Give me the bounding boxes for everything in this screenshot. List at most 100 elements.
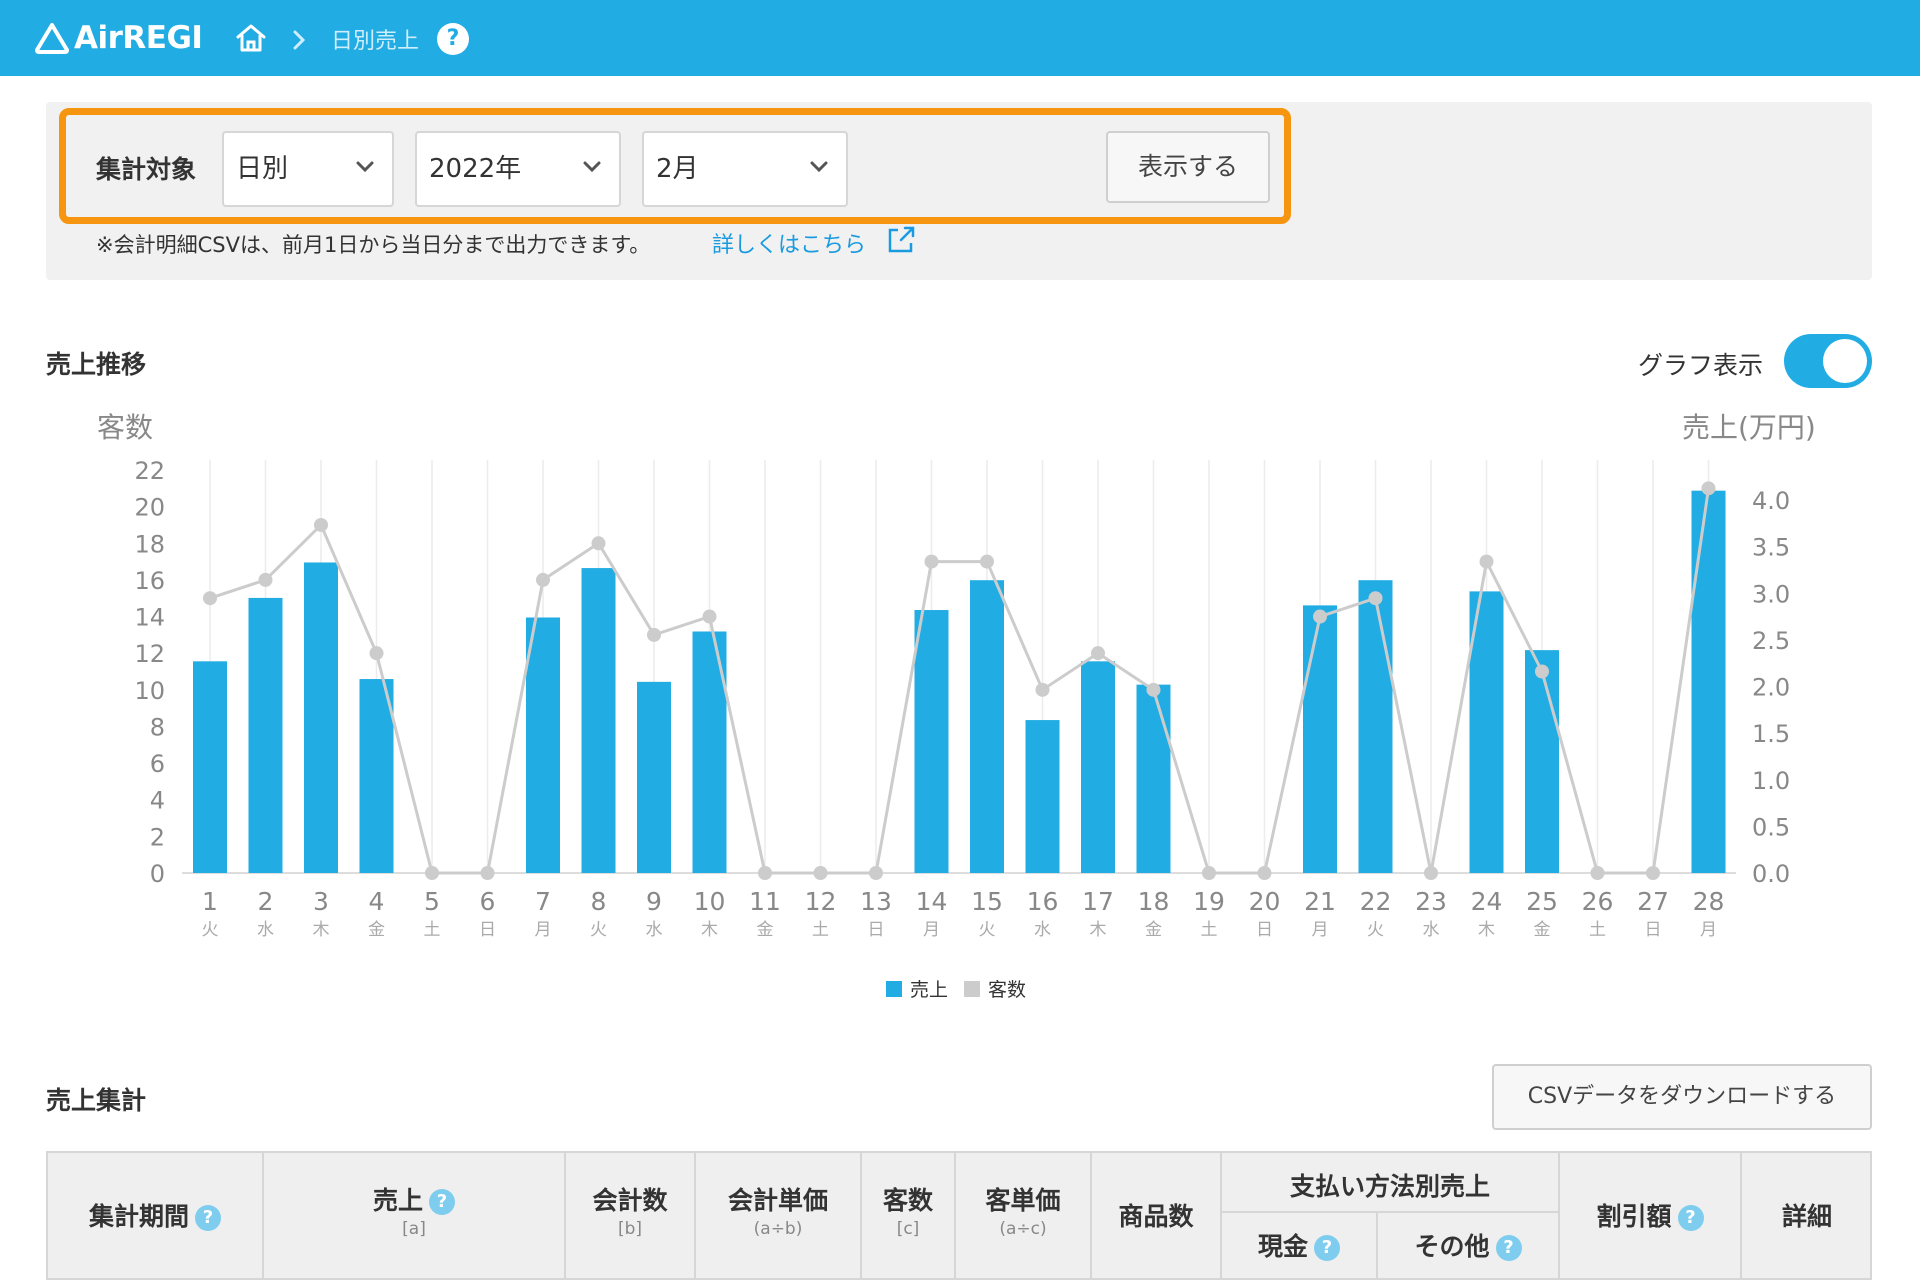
period-type-select[interactable]: 日別	[222, 131, 394, 207]
airregi-logo[interactable]: AirREGI	[34, 20, 203, 56]
header-cash: 現金?	[1222, 1213, 1378, 1280]
header-customers-label: 客数	[882, 1186, 933, 1215]
x-tick-day: 15	[971, 887, 1003, 916]
csv-note: ※会計明細CSVは、前月1日から当日分まで出力できます。	[96, 233, 651, 257]
sales-bar	[970, 580, 1004, 873]
x-tick-weekday: 日	[1645, 920, 1662, 940]
chevron-down-icon	[356, 161, 374, 173]
left-tick-label: 2	[150, 823, 165, 851]
x-tick-weekday: 火	[979, 920, 996, 940]
x-tick-weekday: 木	[1090, 920, 1107, 940]
header-detail: 詳細	[1742, 1153, 1872, 1280]
month-select[interactable]: 2月	[642, 131, 848, 207]
left-tick-label: 14	[134, 604, 165, 632]
x-tick-weekday: 水	[1423, 920, 1440, 940]
x-tick-day: 7	[535, 887, 551, 916]
legend-swatch-sales	[886, 980, 902, 997]
chevron-down-icon	[810, 161, 828, 173]
left-tick-label: 20	[134, 494, 165, 522]
header-unit-price: 会計単価 (a÷b)	[696, 1153, 862, 1280]
customers-point	[1368, 591, 1383, 606]
customers-point	[1590, 866, 1605, 880]
x-tick-day: 22	[1360, 887, 1392, 916]
legend-item-sales[interactable]: 売上	[886, 975, 948, 1002]
csv-download-button[interactable]: CSVデータをダウンロードする	[1492, 1064, 1872, 1130]
sales-summary-title: 売上集計	[46, 1086, 147, 1115]
header-detail-label: 詳細	[1781, 1202, 1832, 1231]
home-icon[interactable]	[234, 22, 268, 54]
customers-point	[1479, 554, 1494, 569]
legend-item-customers[interactable]: 客数	[964, 975, 1026, 1002]
help-icon[interactable]: ?	[1677, 1205, 1704, 1231]
customers-point	[1091, 646, 1105, 661]
x-tick-day: 4	[369, 887, 385, 916]
customers-point	[536, 572, 550, 587]
left-tick-label: 4	[150, 787, 165, 815]
x-tick-weekday: 月	[923, 920, 940, 940]
top-navigation-bar: AirREGI 日別売上 ?	[0, 0, 1920, 76]
header-payment-group-label: 支払い方法別売上	[1289, 1172, 1490, 1201]
help-icon[interactable]: ?	[1314, 1235, 1340, 1261]
x-tick-day: 6	[480, 887, 496, 916]
graph-toggle-label: グラフ表示	[1638, 351, 1764, 380]
year-value: 2022年	[429, 154, 522, 184]
header-count-label: 会計数	[592, 1186, 668, 1215]
sales-bar	[581, 568, 616, 873]
logo-text: AirREGI	[74, 20, 203, 56]
help-icon[interactable]: ?	[429, 1189, 455, 1215]
sales-bar	[526, 617, 560, 873]
customers-point	[1257, 866, 1272, 880]
year-select[interactable]: 2022年	[415, 131, 621, 207]
help-icon[interactable]: ?	[195, 1205, 221, 1231]
sales-bar	[304, 562, 338, 873]
show-button[interactable]: 表示する	[1106, 131, 1270, 203]
x-tick-day: 1	[202, 887, 218, 916]
header-customer-price-label: 客単価	[985, 1186, 1061, 1215]
x-tick-day: 11	[749, 887, 781, 916]
x-tick-day: 13	[860, 887, 892, 916]
x-tick-day: 28	[1693, 887, 1725, 916]
right-tick-label: 1.5	[1752, 720, 1790, 748]
x-tick-weekday: 日	[479, 920, 496, 940]
x-tick-weekday: 水	[1034, 920, 1051, 940]
x-tick-day: 18	[1138, 887, 1170, 916]
header-other-label: その他	[1414, 1232, 1490, 1261]
breadcrumb-chevron-icon	[293, 30, 306, 50]
sales-bar	[1081, 661, 1115, 873]
customers-point	[702, 609, 717, 624]
customers-point	[1424, 866, 1438, 880]
x-tick-day: 27	[1637, 887, 1669, 916]
x-tick-day: 17	[1082, 887, 1114, 916]
customers-point	[758, 866, 772, 880]
sales-bar	[248, 597, 283, 873]
sales-bar	[1358, 580, 1393, 873]
customers-point	[591, 536, 606, 551]
customers-point	[869, 866, 883, 880]
sales-bar	[1303, 605, 1337, 873]
header-sales: 売上? [a]	[264, 1153, 566, 1280]
x-tick-weekday: 火	[202, 920, 219, 940]
x-tick-day: 25	[1526, 887, 1558, 916]
customers-point	[647, 627, 661, 642]
x-tick-weekday: 日	[868, 920, 885, 940]
header-count-sub: [b]	[617, 1219, 643, 1239]
header-sales-label: 売上	[372, 1186, 423, 1215]
x-tick-weekday: 土	[812, 920, 829, 940]
customers-point	[1202, 866, 1216, 880]
left-tick-label: 0	[150, 860, 165, 888]
details-link[interactable]: 詳しくはこちら	[712, 227, 866, 259]
header-period-label: 集計期間	[88, 1202, 189, 1231]
right-tick-label: 2.0	[1752, 674, 1790, 702]
x-tick-day: 8	[591, 887, 607, 916]
customers-point	[1035, 682, 1050, 697]
x-tick-weekday: 金	[1145, 920, 1162, 940]
graph-toggle[interactable]	[1784, 334, 1872, 388]
customers-point	[1646, 866, 1660, 880]
toggle-knob	[1823, 339, 1867, 383]
help-icon[interactable]: ?	[1495, 1235, 1522, 1261]
header-period: 集計期間?	[48, 1153, 264, 1280]
help-icon[interactable]: ?	[437, 23, 469, 55]
header-customer-price-sub: (a÷c)	[999, 1219, 1047, 1239]
right-tick-label: 0.5	[1752, 813, 1790, 841]
external-link-icon[interactable]	[886, 225, 916, 255]
